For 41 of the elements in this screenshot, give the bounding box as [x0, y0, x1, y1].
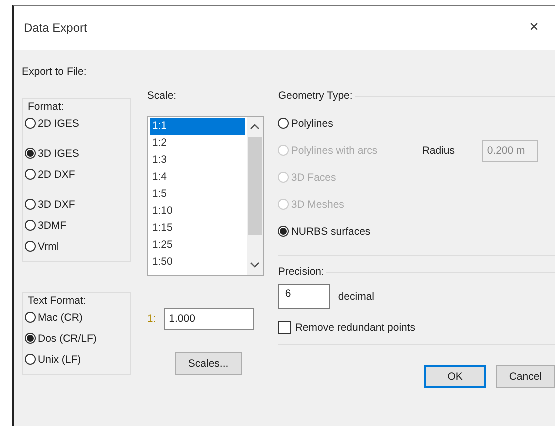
cancel-button[interactable]: Cancel	[496, 365, 555, 388]
close-button[interactable]: ×	[530, 19, 539, 37]
list-item[interactable]: 1:10	[150, 203, 246, 220]
radius-label: Radius	[422, 144, 456, 156]
list-item[interactable]: 1:2	[150, 135, 246, 152]
radio-label: Mac (CR)	[38, 312, 83, 324]
radio-label: 2D DXF	[38, 168, 76, 180]
list-item[interactable]: 1:1	[150, 118, 246, 135]
precision-field[interactable]: 6	[278, 284, 330, 309]
group-label: Text Format:	[27, 295, 88, 307]
ratio-prefix: 1:	[147, 313, 156, 325]
list-item[interactable]: 1:50	[150, 254, 246, 271]
radio-label: 2D IGES	[38, 118, 80, 130]
radio-label: Unix (LF)	[38, 354, 82, 366]
radio-label: 3D Meshes	[291, 198, 344, 210]
radio-label: 3D Faces	[291, 172, 336, 184]
scale-list[interactable]: 1:1 1:2 1:3 1:4 1:5 1:10 1:15 1:25 1:50	[147, 116, 264, 276]
section-label: Export to File:	[22, 66, 87, 78]
list-item[interactable]: 1:4	[150, 169, 246, 186]
radio-label: Polylines with arcs	[291, 144, 378, 156]
radio-label: Vrml	[38, 240, 60, 252]
list-item[interactable]: 1:25	[150, 237, 246, 254]
radio-label: 3D DXF	[38, 198, 76, 210]
radio-label: Dos (CR/LF)	[38, 332, 97, 344]
radio-label: Polylines	[291, 118, 334, 130]
list-item[interactable]: 1:5	[150, 186, 246, 203]
list-item[interactable]: 1:15	[150, 220, 246, 237]
unit-label: decimal	[338, 290, 374, 302]
ok-button[interactable]: OK	[424, 365, 486, 388]
group-label: Format:	[27, 101, 66, 113]
scale-label: Scale:	[147, 90, 177, 102]
radio-label: 3D IGES	[38, 148, 80, 160]
window-title: Data Export	[24, 21, 88, 35]
checkbox-label: Remove redundant points	[295, 322, 416, 334]
radio-label: NURBS surfaces	[291, 226, 371, 238]
group-label: Geometry Type:	[278, 90, 353, 102]
radio-label: 3DMF	[38, 220, 67, 232]
group-label: Precision:	[278, 266, 324, 278]
scale-input-field[interactable]: 1.000	[164, 308, 254, 330]
list-item[interactable]: 1:3	[150, 152, 246, 169]
scales-button[interactable]: Scales...	[175, 352, 242, 375]
